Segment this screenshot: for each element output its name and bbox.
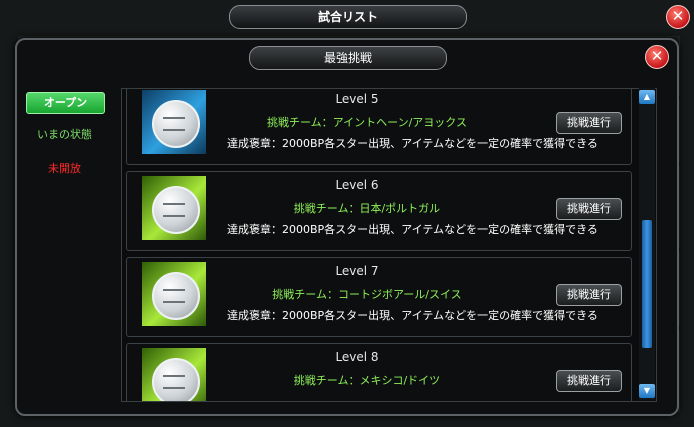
level-entry: Level 8 挑戦チーム：メキシコ/ドイツ 挑戦進行	[126, 343, 632, 401]
filter-open-button[interactable]: オープン	[26, 92, 105, 114]
level-title: Level 5	[335, 92, 379, 106]
challenge-team: 挑戦チーム：アイントヘーン/アヨックス	[267, 116, 467, 129]
medal-image	[142, 90, 206, 154]
medal-icon	[152, 186, 200, 234]
level-entry: Level 7 挑戦チーム：コートジボアール/スイス 達成褒章：2000BP各ス…	[126, 257, 632, 337]
reward-text: 達成褒章：2000BP各スター出現、アイテムなどを一定の確率で獲得できる	[227, 137, 598, 150]
window-close-icon[interactable]: ✕	[666, 5, 690, 29]
level-title: Level 8	[335, 350, 379, 364]
scroll-down-icon[interactable]: ▼	[639, 384, 655, 398]
start-challenge-button[interactable]: 挑戦進行	[556, 112, 622, 134]
challenge-team: 挑戦チーム：日本/ポルトガル	[293, 202, 441, 215]
level-title: Level 6	[335, 178, 379, 192]
medal-image	[142, 176, 206, 240]
start-challenge-button[interactable]: 挑戦進行	[556, 284, 622, 306]
medal-icon	[152, 100, 200, 148]
filter-locked[interactable]: 未開放	[26, 160, 103, 176]
level-entry: Level 6 挑戦チーム：日本/ポルトガル 達成褒章：2000BP各スター出現…	[126, 171, 632, 251]
medal-icon	[152, 358, 200, 401]
reward-text: 達成褒章：2000BP各スター出現、アイテムなどを一定の確率で獲得できる	[227, 223, 598, 236]
challenge-team: 挑戦チーム：メキシコ/ドイツ	[293, 374, 441, 387]
level-entry: Level 5 挑戦チーム：アイントヘーン/アヨックス 達成褒章：2000BP各…	[126, 89, 632, 165]
filter-current-status[interactable]: いまの状態	[26, 126, 103, 142]
medal-icon	[152, 272, 200, 320]
start-challenge-button[interactable]: 挑戦進行	[556, 370, 622, 392]
reward-text: 達成褒章：2000BP各スター出現、アイテムなどを一定の確率で獲得できる	[227, 309, 598, 322]
scroll-up-icon[interactable]: ▲	[639, 90, 655, 104]
scrollbar[interactable]: ▲ ▼	[639, 88, 655, 400]
level-title: Level 7	[335, 264, 379, 278]
start-challenge-button[interactable]: 挑戦進行	[556, 198, 622, 220]
medal-image	[142, 262, 206, 326]
window-title: 試合リスト	[229, 5, 467, 29]
medal-image	[142, 348, 206, 401]
modal-title: 最強挑戦	[249, 46, 447, 70]
scroll-thumb[interactable]	[642, 220, 652, 348]
challenge-team: 挑戦チーム：コートジボアール/スイス	[272, 288, 462, 301]
level-list: Level 5 挑戦チーム：アイントヘーン/アヨックス 達成褒章：2000BP各…	[121, 88, 657, 402]
modal-close-icon[interactable]: ✕	[645, 45, 669, 69]
challenge-modal: 最強挑戦 ✕ オープン いまの状態 未開放 Level 5 挑戦チーム：アイント…	[15, 38, 679, 416]
